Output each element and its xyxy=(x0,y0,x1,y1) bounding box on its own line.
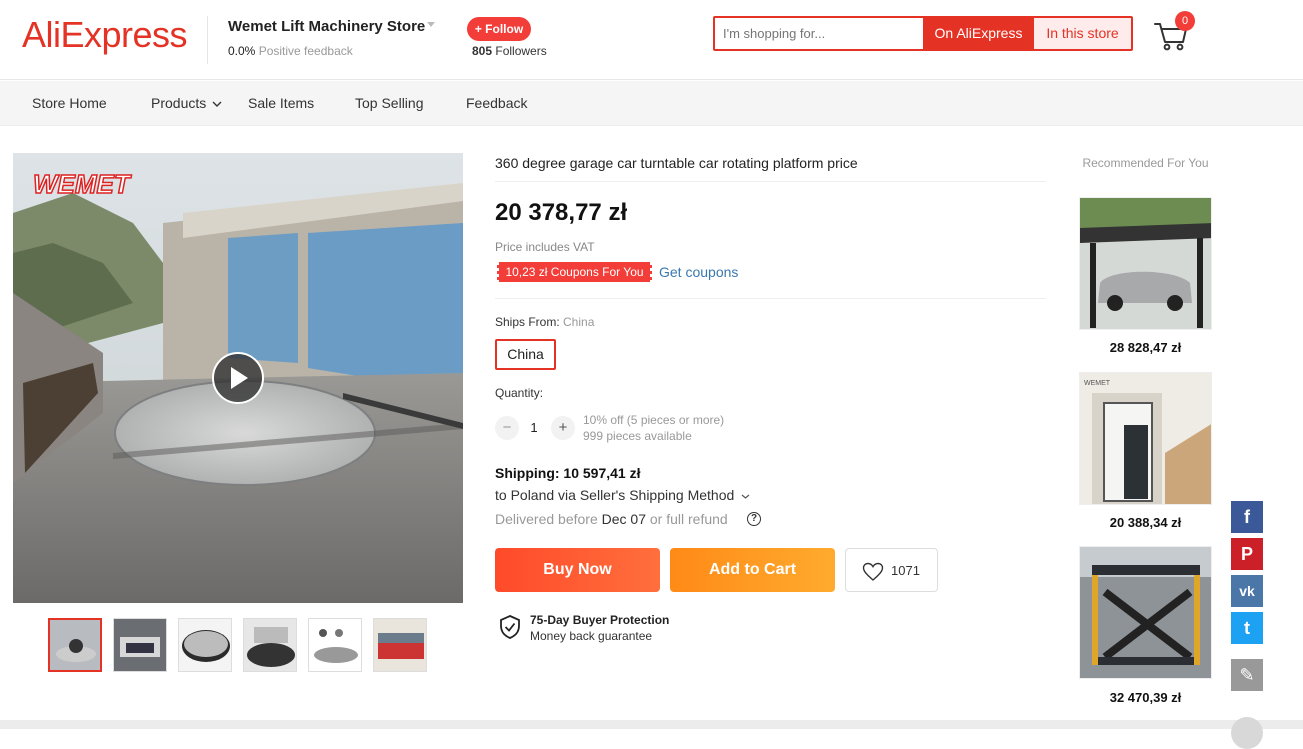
recommended-item-3-price[interactable]: 32 470,39 zł xyxy=(1079,690,1212,705)
thumbnail-1[interactable] xyxy=(48,618,102,672)
quantity-note: 10% off (5 pieces or more) 999 pieces av… xyxy=(583,412,724,444)
follow-button[interactable]: + Follow xyxy=(467,17,531,41)
chevron-down-icon[interactable] xyxy=(427,22,435,27)
ships-from-key: Ships From: xyxy=(495,315,564,329)
delivered-suffix: or full refund xyxy=(645,511,728,527)
facebook-icon[interactable]: f xyxy=(1231,501,1263,533)
divider xyxy=(495,298,1046,299)
divider xyxy=(495,181,1046,182)
product-photo: WEMET xyxy=(13,153,463,603)
search-store-button[interactable]: In this store xyxy=(1034,18,1131,49)
nav-sale-items[interactable]: Sale Items xyxy=(248,95,314,111)
thumbnail-5[interactable] xyxy=(308,618,362,672)
thumbnail-2[interactable] xyxy=(113,618,167,672)
help-icon[interactable]: ? xyxy=(747,512,761,526)
thumbnail-4[interactable] xyxy=(243,618,297,672)
brand-watermark: WEMET xyxy=(33,169,132,199)
delivered-date: Dec 07 xyxy=(601,511,646,527)
aliexpress-logo[interactable]: AliExpress xyxy=(22,14,188,56)
followers-count: 805 Followers xyxy=(472,44,547,58)
product-main-image[interactable]: WEMET xyxy=(13,153,463,603)
chevron-down-icon xyxy=(212,101,222,108)
shipping-method[interactable]: to Poland via Seller's Shipping Method xyxy=(495,487,750,503)
recommended-item-2-image[interactable]: WEMET xyxy=(1079,372,1212,505)
store-header: AliExpress Wemet Lift Machinery Store 0.… xyxy=(0,0,1303,80)
thumbnail-6[interactable] xyxy=(373,618,427,672)
wishlist-button[interactable]: 1071 xyxy=(845,548,938,592)
quantity-decrease-button[interactable]: − xyxy=(495,416,519,440)
nav-feedback[interactable]: Feedback xyxy=(466,95,527,111)
search-input[interactable] xyxy=(723,18,918,49)
heart-icon xyxy=(862,562,884,581)
scroll-to-top-button[interactable] xyxy=(1231,717,1263,749)
quantity-label: Quantity: xyxy=(495,386,544,400)
quantity-increase-button[interactable]: + xyxy=(551,416,575,440)
followers-number: 805 xyxy=(472,44,493,58)
get-coupons-link[interactable]: Get coupons xyxy=(659,264,738,280)
coupon-badge[interactable]: 10,23 zł Coupons For You xyxy=(495,262,654,282)
recommended-item-1-price[interactable]: 28 828,47 zł xyxy=(1079,340,1212,355)
feedback-value: 0.0% xyxy=(228,44,256,58)
chevron-down-icon xyxy=(741,494,750,499)
discount-note: 10% off (5 pieces or more) xyxy=(583,413,725,427)
wishlist-count: 1071 xyxy=(891,563,920,578)
delivery-estimate: Delivered before Dec 07 or full refund xyxy=(495,511,728,527)
ship-from-option-china[interactable]: China xyxy=(495,339,556,370)
recommended-item-2-price[interactable]: 20 388,34 zł xyxy=(1079,515,1212,530)
vat-note: Price includes VAT xyxy=(495,240,595,254)
ships-from-value: China xyxy=(563,315,595,329)
nav-store-home[interactable]: Store Home xyxy=(32,95,107,111)
feedback-label: Positive feedback xyxy=(255,44,353,58)
recommended-title: Recommended For You xyxy=(1082,156,1209,170)
twitter-icon[interactable]: t xyxy=(1231,612,1263,644)
shield-check-icon xyxy=(500,615,520,639)
delivered-prefix: Delivered before xyxy=(495,511,602,527)
ships-from-label: Ships From: China xyxy=(495,315,594,329)
quantity-value[interactable]: 1 xyxy=(525,420,543,435)
followers-label: Followers xyxy=(492,44,547,58)
product-title: 360 degree garage car turntable car rota… xyxy=(495,155,858,171)
search-aliexpress-button[interactable]: On AliExpress xyxy=(923,18,1034,49)
recommended-item-1-image[interactable] xyxy=(1079,197,1212,330)
cart-count-badge: 0 xyxy=(1175,11,1195,31)
store-feedback: 0.0% Positive feedback xyxy=(228,44,353,58)
recommended-item-3-image[interactable] xyxy=(1079,546,1212,679)
shipping-cost: Shipping: 10 597,41 zł xyxy=(495,465,641,481)
buyer-protection-title: 75-Day Buyer Protection xyxy=(530,613,670,627)
product-price: 20 378,77 zł xyxy=(495,199,628,226)
header-divider xyxy=(207,16,208,64)
edit-icon[interactable]: ✎ xyxy=(1231,659,1263,691)
buyer-protection-subtitle: Money back guarantee xyxy=(530,629,653,643)
footer-strip xyxy=(0,720,1303,729)
brand-watermark: WEMET xyxy=(1084,380,1111,387)
nav-products-label: Products xyxy=(151,95,207,111)
buy-now-button[interactable]: Buy Now xyxy=(495,548,660,592)
search-bar: On AliExpress In this store xyxy=(713,16,1133,51)
available-count: 999 pieces available xyxy=(583,429,692,443)
thumbnail-3[interactable] xyxy=(178,618,232,672)
nav-top-selling[interactable]: Top Selling xyxy=(355,95,424,111)
add-to-cart-button[interactable]: Add to Cart xyxy=(670,548,835,592)
nav-products[interactable]: Products xyxy=(151,95,222,111)
pinterest-icon[interactable]: P xyxy=(1231,538,1263,570)
shipping-method-label: to Poland via Seller's Shipping Method xyxy=(495,487,735,503)
store-nav: Store Home Products Sale Items Top Selli… xyxy=(0,81,1303,126)
vk-icon[interactable]: vk xyxy=(1231,575,1263,607)
play-video-icon[interactable] xyxy=(212,352,264,404)
store-name[interactable]: Wemet Lift Machinery Store xyxy=(228,18,425,35)
